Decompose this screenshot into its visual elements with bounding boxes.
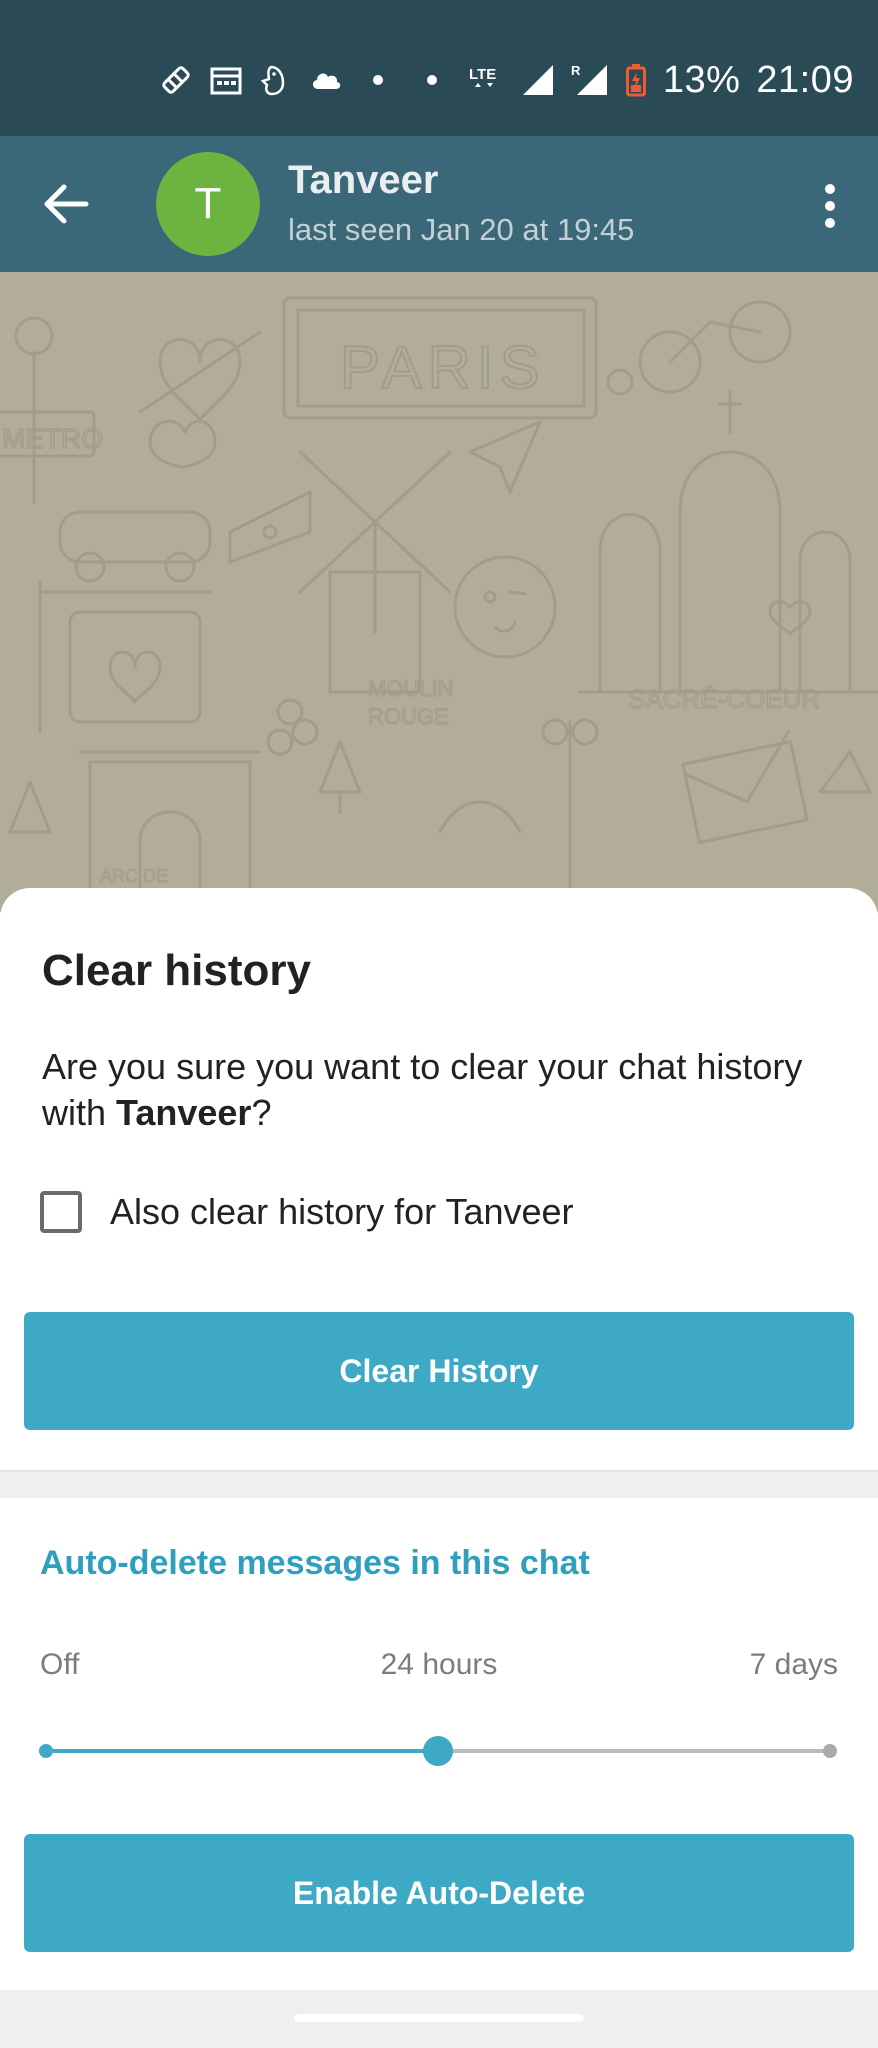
slider-stop-off[interactable] (39, 1744, 53, 1758)
paris-doodle-pattern: PARIS METRO MOULIN ROUGE SACRÉ-COEUR ARC… (0, 296, 878, 912)
dialog-message: Are you sure you want to clear your chat… (42, 1044, 842, 1136)
roaming-signal-icon: R (571, 63, 607, 95)
home-gesture-handle[interactable] (294, 2014, 584, 2022)
slider-thumb[interactable] (423, 1736, 453, 1766)
battery-percent: 13% (662, 58, 741, 101)
back-arrow-icon[interactable] (36, 174, 96, 234)
dialog-title: Clear history (42, 946, 311, 995)
more-options-icon[interactable] (810, 176, 850, 236)
message-contact-name: Tanveer (116, 1092, 252, 1133)
enable-auto-delete-button[interactable]: Enable Auto-Delete (24, 1834, 854, 1952)
moulin-text: MOULIN (368, 676, 454, 701)
clear-for-both-checkbox[interactable] (40, 1191, 82, 1233)
svg-text:R: R (571, 63, 581, 78)
avatar[interactable]: T (156, 152, 260, 256)
cloud-icon (312, 73, 341, 89)
auto-delete-slider[interactable] (0, 1718, 878, 1778)
sacre-coeur-text: SACRÉ-COEUR (628, 684, 820, 714)
clear-for-both-option[interactable]: Also clear history for Tanveer (40, 1188, 574, 1236)
status-bar: LTE R 13% 21:09 (0, 0, 878, 136)
calendar-icon (210, 67, 242, 95)
chat-title[interactable]: Tanveer (288, 158, 438, 203)
clock: 21:09 (756, 58, 854, 101)
bird-app-icon (260, 65, 285, 96)
signal-icon (522, 65, 553, 95)
clear-for-both-label[interactable]: Also clear history for Tanveer (110, 1191, 574, 1233)
message-suffix: ? (251, 1092, 272, 1133)
notification-dot (372, 75, 383, 85)
notification-dot (426, 75, 437, 85)
last-seen-status: last seen Jan 20 at 19:45 (288, 212, 635, 247)
clear-history-dialog: Clear history Are you sure you want to c… (0, 888, 878, 1470)
auto-delete-option-24h[interactable]: 24 hours (0, 1648, 878, 1682)
clear-history-button[interactable]: Clear History (24, 1312, 854, 1430)
auto-delete-title: Auto-delete messages in this chat (40, 1544, 590, 1582)
chat-header: T Tanveer last seen Jan 20 at 19:45 (0, 136, 878, 272)
slider-stop-7d[interactable] (823, 1744, 837, 1758)
paris-sign-text: PARIS (340, 334, 546, 401)
svg-text:LTE: LTE (469, 66, 496, 83)
chat-wallpaper: PARIS METRO MOULIN ROUGE SACRÉ-COEUR ARC… (0, 272, 878, 912)
lte-icon: LTE (469, 66, 496, 87)
section-divider (0, 1470, 878, 1498)
battery-icon (625, 64, 646, 97)
auto-delete-option-7d[interactable]: 7 days (750, 1648, 838, 1682)
system-navigation-bar (0, 1990, 878, 2048)
auto-delete-section: Auto-delete messages in this chat Off 24… (0, 1498, 878, 1990)
data-saver-icon (162, 66, 190, 94)
rouge-text: ROUGE (368, 704, 449, 729)
arc-de-text: ARC DE (100, 866, 168, 886)
metro-sign-text: METRO (2, 423, 103, 454)
status-icons: LTE R 13% 21:09 (159, 52, 854, 108)
